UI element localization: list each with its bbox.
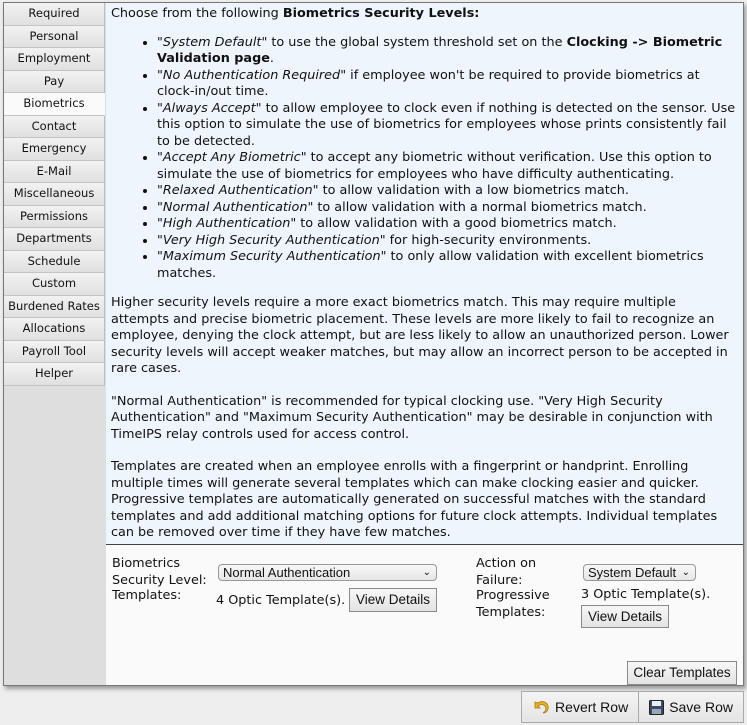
- tab-e-mail[interactable]: E-Mail: [4, 160, 105, 183]
- security-level-item: "Very High Security Authentication" for …: [157, 233, 737, 250]
- tab-custom[interactable]: Custom: [4, 273, 105, 296]
- tab-contact[interactable]: Contact: [4, 115, 105, 138]
- tab-departments[interactable]: Departments: [4, 228, 105, 251]
- tab-employment[interactable]: Employment: [4, 48, 105, 71]
- security-levels-list: "System Default" to use the global syste…: [111, 35, 737, 283]
- tab-pay[interactable]: Pay: [4, 70, 105, 93]
- undo-icon: [534, 701, 549, 714]
- security-level-item: "Normal Authentication" to allow validat…: [157, 200, 737, 217]
- biometrics-help-text: Choose from the following Biometrics Sec…: [106, 3, 743, 545]
- tab-permissions[interactable]: Permissions: [4, 205, 105, 228]
- employee-edit-panel: Required Personal Employment Pay Biometrics C…: [3, 2, 744, 686]
- tab-required[interactable]: Required: [4, 3, 105, 26]
- action-on-failure-select[interactable]: System Default ⌄: [583, 564, 696, 581]
- sidebar-tabs: Required Personal Employment Pay Biometrics C…: [4, 3, 106, 685]
- tab-payroll-tool[interactable]: Payroll Tool: [4, 340, 105, 363]
- action-on-failure-label: Action on Failure:: [476, 556, 537, 588]
- row-actions: Revert Row Save Row: [521, 691, 744, 723]
- templates-count: 4 Optic Template(s).: [216, 593, 346, 608]
- chevron-down-icon: ⌄: [422, 567, 431, 578]
- security-level-item: "System Default" to use the global syste…: [157, 35, 737, 68]
- security-level-item: "Relaxed Authentication" to allow valida…: [157, 183, 737, 200]
- help-intro: Choose from the following Biometrics Sec…: [111, 6, 480, 21]
- tab-personal[interactable]: Personal: [4, 25, 105, 48]
- security-level-item: "High Authentication" to allow validatio…: [157, 216, 737, 233]
- floppy-disk-icon: [649, 699, 665, 715]
- help-paragraph-security: Higher security levels require a more ex…: [111, 295, 729, 376]
- progressive-view-details-button[interactable]: View Details: [581, 605, 669, 628]
- progressive-templates-count: 3 Optic Template(s).: [581, 587, 711, 602]
- templates-label: Templates:: [112, 588, 182, 603]
- security-level-item: "No Authentication Required" if employee…: [157, 68, 737, 101]
- help-paragraph-recommendation: "Normal Authentication" is recommended f…: [111, 393, 713, 442]
- tab-schedule[interactable]: Schedule: [4, 250, 105, 273]
- revert-row-button[interactable]: Revert Row: [521, 691, 640, 723]
- progressive-templates-label: Progressive Templates:: [476, 588, 550, 620]
- security-level-select[interactable]: Normal Authentication ⌄: [218, 564, 437, 581]
- tab-helper[interactable]: Helper: [4, 363, 105, 386]
- security-level-label: Biometrics Security Level:: [112, 556, 207, 588]
- tab-biometrics[interactable]: Biometrics: [4, 93, 105, 116]
- tab-burdened-rates[interactable]: Burdened Rates: [4, 295, 105, 318]
- clear-templates-button[interactable]: Clear Templates: [627, 661, 737, 685]
- templates-view-details-button[interactable]: View Details: [349, 588, 437, 612]
- tab-allocations[interactable]: Allocations: [4, 318, 105, 341]
- security-level-item: "Maximum Security Authentication" to onl…: [157, 249, 737, 282]
- security-level-item: "Accept Any Biometric" to accept any bio…: [157, 150, 737, 183]
- tab-emergency[interactable]: Emergency: [4, 138, 105, 161]
- save-row-button[interactable]: Save Row: [639, 691, 744, 723]
- biometrics-form: Biometrics Security Level: Normal Authen…: [106, 546, 743, 685]
- help-paragraph-templates: Templates are created when an employee e…: [111, 459, 718, 540]
- chevron-down-icon: ⌄: [681, 567, 690, 578]
- tab-miscellaneous[interactable]: Miscellaneous: [4, 183, 105, 206]
- security-level-item: "Always Accept" to allow employee to clo…: [157, 101, 737, 151]
